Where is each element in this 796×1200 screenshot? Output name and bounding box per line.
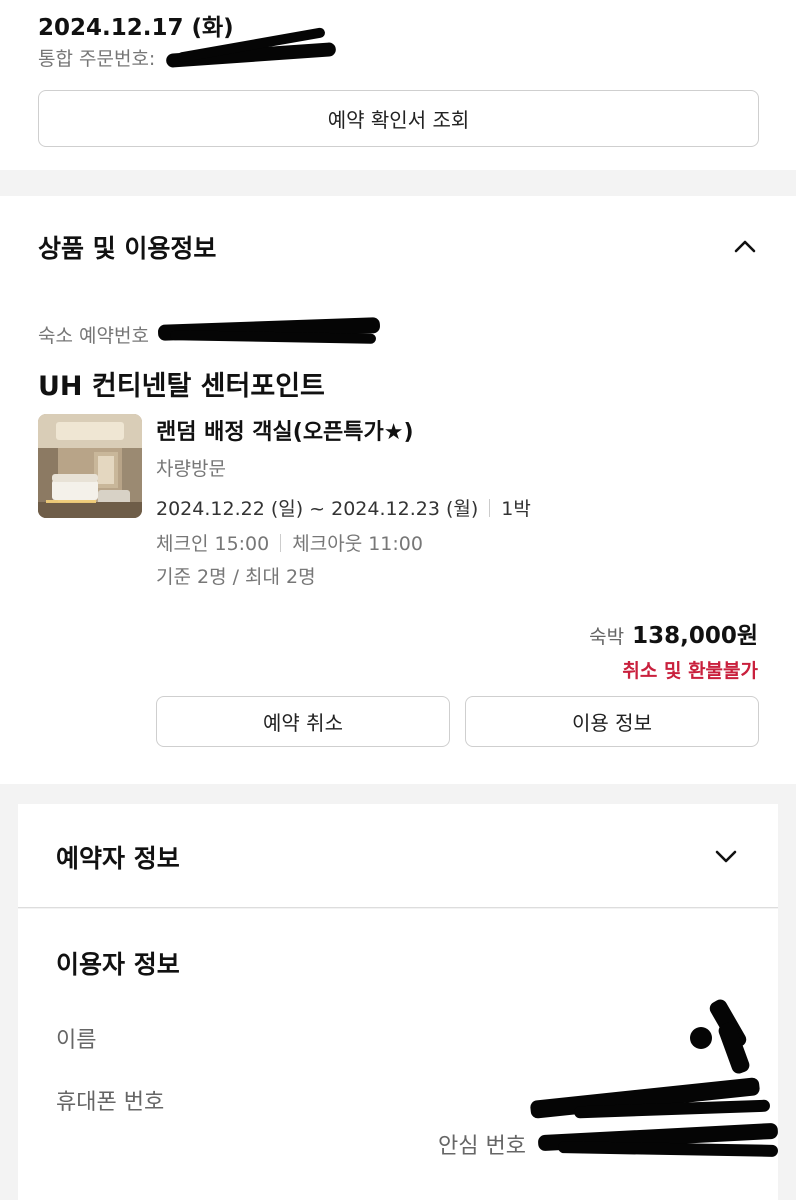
product-info-section: 상품 및 이용정보 숙소 예약번호 UH 컨티넨탈 센터포인트 랜덤 배정 객실… xyxy=(0,196,796,784)
occupancy: 기준 2명 / 최대 2명 xyxy=(156,566,316,588)
hotel-name[interactable]: UH 컨티넨탈 센터포인트 xyxy=(38,364,325,403)
chevron-up-icon[interactable] xyxy=(733,234,757,258)
checkin-time: 체크인 15:00 xyxy=(156,533,270,555)
booker-info-section: 예약자 정보 xyxy=(18,804,778,908)
price-row: 숙박 138,000원 xyxy=(589,616,758,650)
nights-count: 1박 xyxy=(501,498,531,520)
check-times: 체크인 15:00 체크아웃 11:00 xyxy=(156,529,423,556)
view-voucher-button[interactable]: 예약 확인서 조회 xyxy=(38,90,759,147)
name-label: 이름 xyxy=(56,1028,97,1053)
divider xyxy=(280,533,282,552)
price-label: 숙박 xyxy=(589,626,625,648)
stay-period: 2024.12.22 (일) ~ 2024.12.23 (월) 1박 xyxy=(156,494,531,521)
room-thumbnail xyxy=(38,414,142,518)
stay-dates: 2024.12.22 (일) ~ 2024.12.23 (월) xyxy=(156,498,479,520)
user-info-section: 이용자 정보 이름 휴대폰 번호 안심 번호 xyxy=(18,909,779,1200)
section-title-booker: 예약자 정보 xyxy=(56,844,180,873)
visit-type: 차량방문 xyxy=(156,458,226,480)
reservation-number-label: 숙소 예약번호 xyxy=(38,325,149,347)
phone-label: 휴대폰 번호 xyxy=(56,1090,165,1115)
chevron-down-icon[interactable] xyxy=(714,844,738,868)
price-value: 138,000원 xyxy=(632,623,758,649)
divider xyxy=(489,498,491,517)
redaction-mark xyxy=(690,1027,712,1049)
room-name: 랜덤 배정 객실(오픈특가★) xyxy=(156,420,414,445)
section-title-user: 이용자 정보 xyxy=(56,950,180,979)
redaction-mark xyxy=(716,1020,752,1076)
redaction-mark xyxy=(557,1141,779,1157)
safe-number-label: 안심 번호 xyxy=(438,1134,526,1159)
order-date: 2024.12.17 (화) xyxy=(38,15,234,41)
usage-info-button[interactable]: 이용 정보 xyxy=(465,696,759,747)
refund-policy: 취소 및 환불불가 xyxy=(622,660,758,682)
section-title-product: 상품 및 이용정보 xyxy=(38,234,217,263)
cancel-reservation-button[interactable]: 예약 취소 xyxy=(156,696,450,747)
order-number-label: 통합 주문번호: xyxy=(38,48,156,70)
order-summary-section: 2024.12.17 (화) 통합 주문번호: 예약 확인서 조회 xyxy=(0,0,796,170)
checkout-time: 체크아웃 11:00 xyxy=(292,533,423,555)
